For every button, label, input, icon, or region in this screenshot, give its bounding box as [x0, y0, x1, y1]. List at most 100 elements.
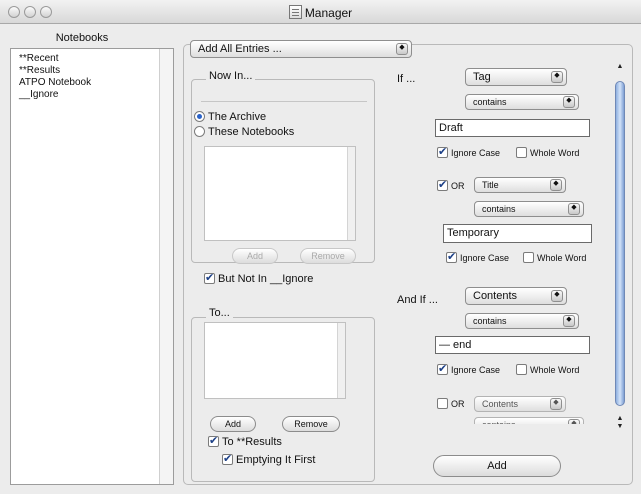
notebooks-selection-scrollbar[interactable]	[347, 147, 355, 240]
condition2-op-popup[interactable]: contains ◆	[474, 201, 584, 217]
document-icon	[288, 5, 302, 19]
popup-arrows-icon: ◆	[563, 96, 575, 108]
conditions-scrollbar[interactable]: ▲ ▲ ▼	[612, 63, 628, 435]
radio-selected-icon	[194, 111, 205, 122]
checkmark-icon	[446, 250, 457, 263]
now-in-separator	[201, 101, 367, 102]
condition3-field-label: Contents	[473, 290, 518, 302]
popup-arrows-icon: ◆	[563, 315, 575, 327]
now-in-remove-button[interactable]: Remove	[300, 248, 356, 264]
popup-arrows-icon: ◆	[551, 290, 563, 302]
target-list-scrollbar[interactable]	[337, 323, 345, 398]
window-title: Manager	[0, 5, 641, 20]
scroll-down-arrow-icon[interactable]: ▼	[612, 423, 628, 430]
checkmark-icon	[222, 452, 233, 465]
notebooks-selection-list[interactable]	[204, 146, 356, 241]
checkmark-icon	[437, 362, 448, 375]
notebook-item-results[interactable]: **Results	[11, 65, 173, 77]
checkmark-icon	[204, 271, 215, 284]
scroll-up-arrow-icon[interactable]: ▲	[612, 63, 628, 70]
popup-arrows-icon: ◆	[396, 43, 408, 55]
condition2-field-popup[interactable]: Title ◆	[474, 177, 566, 193]
radio-the-archive[interactable]: The Archive	[194, 111, 266, 123]
condition4-op-popup[interactable]: contains ◆	[474, 417, 584, 424]
popup-arrows-icon: ◆	[550, 398, 562, 410]
condition4-or-label: OR	[451, 399, 465, 409]
notebook-item-recent[interactable]: **Recent	[11, 53, 173, 65]
popup-arrows-icon: ◆	[568, 419, 580, 424]
condition2-field-label: Title	[482, 180, 499, 190]
checkmark-icon	[437, 145, 448, 158]
conditions-scroll-thumb[interactable]	[615, 81, 625, 406]
window-title-text: Manager	[304, 6, 353, 20]
condition3-whole-word-checkbox[interactable]: Whole Word	[516, 364, 579, 375]
scroll-up-arrow-icon-bottom[interactable]: ▲	[612, 415, 628, 422]
to-results-label: To **Results	[222, 436, 282, 448]
condition2-value-field[interactable]: Temporary	[443, 224, 592, 243]
radio-these-notebooks[interactable]: These Notebooks	[194, 126, 294, 138]
condition4-field-label: Contents	[482, 399, 519, 409]
condition1-op-popup[interactable]: contains ◆	[465, 94, 579, 110]
condition3-ignore-case-label: Ignore Case	[451, 365, 501, 375]
to-add-button[interactable]: Add	[210, 416, 256, 432]
condition2-or-label: OR	[451, 181, 465, 191]
notebooks-list: **Recent **Results ATPO Notebook __Ignor…	[10, 48, 174, 485]
condition2-whole-word-label: Whole Word	[537, 253, 587, 263]
notebook-item-ignore[interactable]: __Ignore	[11, 89, 173, 101]
but-not-in-checkbox[interactable]: But Not In __Ignore	[204, 271, 314, 285]
add-entries-button[interactable]: Add	[433, 455, 561, 477]
title-bar: Manager	[0, 0, 641, 24]
condition1-ignore-case-label: Ignore Case	[451, 148, 501, 158]
to-title: To...	[206, 307, 233, 319]
to-results-checkbox[interactable]: To **Results	[208, 434, 282, 448]
to-remove-button[interactable]: Remove	[282, 416, 340, 432]
condition3-op-popup[interactable]: contains ◆	[465, 313, 579, 329]
radio-these-notebooks-label: These Notebooks	[208, 126, 295, 138]
condition1-field-label: Tag	[473, 71, 491, 83]
condition4-op-label: contains	[482, 420, 516, 424]
radio-unselected-icon	[194, 126, 205, 137]
condition2-whole-word-checkbox[interactable]: Whole Word	[523, 252, 586, 263]
popup-arrows-icon: ◆	[550, 179, 562, 191]
condition2-op-label: contains	[482, 204, 516, 214]
condition3-op-label: contains	[473, 316, 507, 326]
emptying-first-checkbox[interactable]: Emptying It First	[222, 452, 316, 466]
checkbox-empty-icon	[516, 147, 527, 158]
condition2-or-checkbox[interactable]: OR	[437, 178, 465, 191]
checkbox-empty-icon	[516, 364, 527, 375]
popup-arrows-icon: ◆	[551, 71, 563, 83]
and-if-label: And If ...	[397, 294, 438, 306]
checkbox-empty-icon	[523, 252, 534, 263]
condition2-ignore-case-label: Ignore Case	[460, 253, 510, 263]
condition3-value-field[interactable]: — end	[435, 336, 590, 354]
if-label: If ...	[397, 73, 416, 85]
action-popup-label: Add All Entries ...	[198, 43, 282, 55]
condition3-ignore-case-checkbox[interactable]: Ignore Case	[437, 362, 501, 375]
condition1-whole-word-label: Whole Word	[530, 148, 580, 158]
now-in-title: Now In...	[206, 70, 256, 82]
notebooks-scrollbar[interactable]	[159, 49, 173, 484]
checkbox-empty-icon	[437, 398, 448, 409]
but-not-in-label: But Not In __Ignore	[218, 273, 314, 285]
condition1-ignore-case-checkbox[interactable]: Ignore Case	[437, 145, 501, 158]
target-notebook-list[interactable]	[204, 322, 346, 399]
condition1-value-field[interactable]: Draft	[435, 119, 590, 137]
notebooks-header: Notebooks	[55, 32, 109, 44]
condition1-whole-word-checkbox[interactable]: Whole Word	[516, 147, 579, 158]
radio-the-archive-label: The Archive	[208, 111, 267, 123]
condition4-or-checkbox[interactable]: OR	[437, 398, 465, 409]
condition1-op-label: contains	[473, 97, 507, 107]
emptying-first-label: Emptying It First	[236, 454, 316, 466]
notebook-item-atpo[interactable]: ATPO Notebook	[11, 77, 173, 89]
condition2-ignore-case-checkbox[interactable]: Ignore Case	[446, 250, 510, 263]
condition1-field-popup[interactable]: Tag ◆	[465, 68, 567, 86]
action-popup[interactable]: Add All Entries ... ◆	[190, 40, 412, 58]
checkmark-icon	[437, 178, 448, 191]
condition4-op-clip: contains ◆	[470, 417, 590, 424]
checkmark-icon	[208, 434, 219, 447]
condition3-whole-word-label: Whole Word	[530, 365, 580, 375]
now-in-add-button[interactable]: Add	[232, 248, 278, 264]
popup-arrows-icon: ◆	[568, 203, 580, 215]
condition3-field-popup[interactable]: Contents ◆	[465, 287, 567, 305]
condition4-field-popup[interactable]: Contents ◆	[474, 396, 566, 412]
